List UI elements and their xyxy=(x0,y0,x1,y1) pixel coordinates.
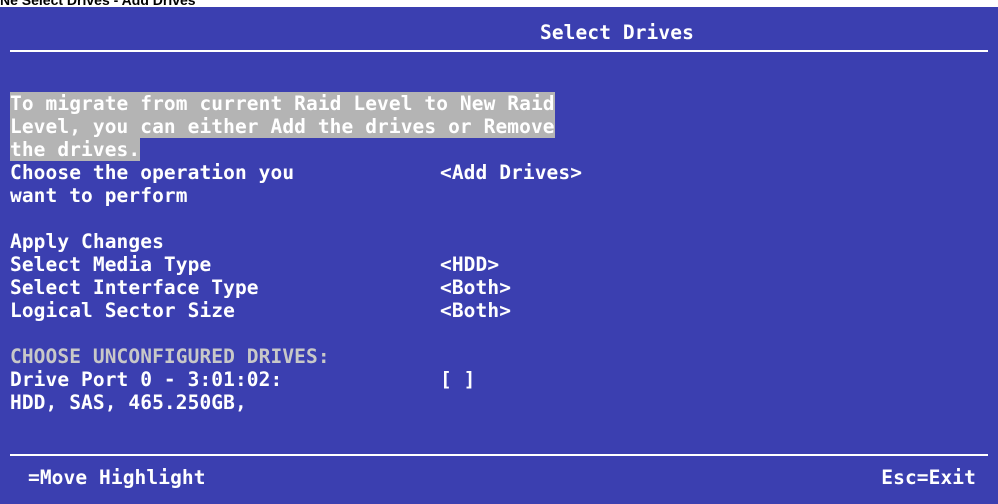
operation-label-line-1: Choose the operation you xyxy=(10,161,295,184)
media-type-select[interactable]: <HDD> xyxy=(440,253,499,276)
info-text-highlight-3: the drives. xyxy=(10,138,141,161)
footer-esc-exit: Esc=Exit xyxy=(881,466,976,489)
info-text-line-1: To migrate from current Raid Level to Ne… xyxy=(10,92,555,115)
unconfigured-drives-header: CHOOSE UNCONFIGURED DRIVES: xyxy=(10,345,330,368)
drive-details: HDD, SAS, 465.250GB, xyxy=(10,391,247,414)
operation-label-line-2: want to perform xyxy=(10,184,188,207)
bottom-divider xyxy=(10,454,988,456)
drive-checkbox[interactable]: [ ] xyxy=(440,368,476,391)
info-text-line-3: the drives. xyxy=(10,138,141,161)
bios-screen: Select Drives To migrate from current Ra… xyxy=(0,7,998,504)
top-divider xyxy=(10,50,988,52)
info-text-highlight-2: Level, you can either Add the drives or … xyxy=(10,115,555,138)
apply-changes-link[interactable]: Apply Changes xyxy=(10,230,164,253)
operation-select[interactable]: <Add Drives> xyxy=(440,161,582,184)
drive-port-label: Drive Port 0 - 3:01:02: xyxy=(10,368,283,391)
interface-type-select[interactable]: <Both> xyxy=(440,276,511,299)
info-text-line-2: Level, you can either Add the drives or … xyxy=(10,115,555,138)
info-text-highlight-1: To migrate from current Raid Level to Ne… xyxy=(10,92,555,115)
interface-type-label: Select Interface Type xyxy=(10,276,259,299)
sector-size-select[interactable]: <Both> xyxy=(440,299,511,322)
sector-size-label: Logical Sector Size xyxy=(10,299,235,322)
screen-title: Select Drives xyxy=(540,21,694,44)
footer-move-highlight: =Move Highlight xyxy=(28,466,206,489)
media-type-label: Select Media Type xyxy=(10,253,212,276)
